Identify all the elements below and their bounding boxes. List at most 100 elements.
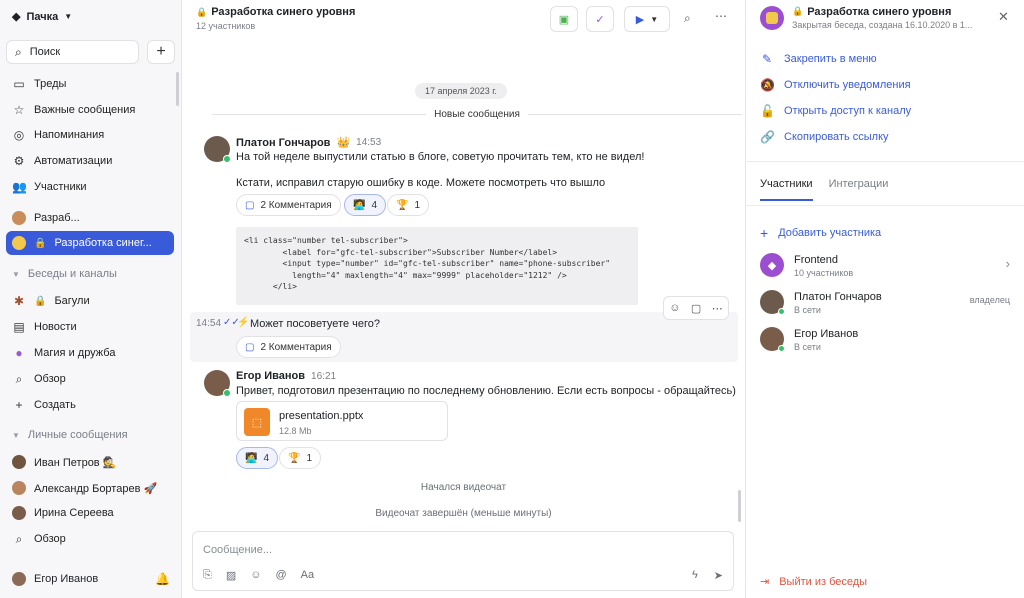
sidebar-channel-news[interactable]: ▤ Новости [6,315,174,339]
avatar [12,455,26,469]
message-text: Может посоветуете чего? [250,318,381,330]
close-icon[interactable]: ✕ [998,9,1009,25]
sidebar-item-label: Обзор [34,533,66,545]
comments-icon: ▢ [245,199,255,211]
chat-scrollbar[interactable] [738,490,741,522]
divider [746,205,1024,206]
sidebar-dms-overview[interactable]: ⌕ Обзор [6,527,174,551]
leave-chat-button[interactable]: ⇥ Выйти из беседы [760,575,867,589]
attach-icon[interactable]: ⎘ [203,569,212,582]
current-user-name: Егор Иванов [34,573,99,585]
mention-icon[interactable]: @ [275,569,286,582]
file-attachment[interactable]: ⬚ presentation.pptx 12.8 Mb [236,401,448,441]
pin-icon: ✎ [761,52,773,66]
bug-icon: ✱ [13,294,25,308]
file-icon: ⬚ [244,408,270,436]
sidebar-item-important[interactable]: ☆ Важные сообщения [6,98,174,122]
member-egor[interactable]: Егор Иванов В сети [760,326,1010,354]
image-icon[interactable]: ▨ [226,569,236,582]
avatar [12,211,26,225]
sidebar-item-label: Треды [34,78,67,90]
more-icon[interactable]: ⋯ [712,302,723,315]
lightning-icon[interactable]: ϟ [692,569,698,582]
reply-icon[interactable]: ▢ [691,302,701,315]
message-actions: ☺ ▢ ⋯ [663,296,729,320]
file-name: presentation.pptx [279,410,364,422]
reaction-chip[interactable]: 🏆 1 [387,194,430,216]
sidebar-item-label: Напоминания [34,129,105,141]
sidebar-item-automations[interactable]: ⚙ Автоматизации [6,149,174,173]
emoji-icon[interactable]: ☺ [250,569,261,582]
workspace-switcher[interactable]: ◆ Пачка ▼ [12,10,73,24]
channel-member-count[interactable]: 12 участников [196,21,255,31]
message-time: 14:53 [356,137,382,148]
sidebar-recent-chat[interactable]: Разраб... [6,206,174,230]
message-composer[interactable]: Сообщение... ⎘ ▨ ☺ @ Aa ϟ ➤ [192,531,734,591]
open-access-button[interactable]: 🔓 Открыть доступ к каналу [760,104,911,118]
member-group-frontend[interactable]: ◆ Frontend 10 участников › [760,252,1010,280]
channels-section-header[interactable]: ▼ Беседы и каналы [12,268,117,280]
pin-to-menu-button[interactable]: ✎ Закрепить в меню [760,52,877,66]
sidebar-create-channel[interactable]: + Создать [6,393,174,417]
tab-members[interactable]: Участники [760,178,813,201]
sidebar-channel-magic[interactable]: ● Магия и дружба [6,341,174,365]
new-chat-button[interactable]: + [147,40,175,64]
newspaper-icon: ▤ [13,320,25,334]
sidebar-item-label: Создать [34,399,76,411]
sidebar-item-reminders[interactable]: ◎ Напоминания [6,123,174,147]
tag-icon: ◆ [760,253,784,277]
sidebar-item-label: Автоматизации [34,155,113,167]
more-icon[interactable]: ⋯ [715,9,728,23]
sidebar-dm-alexander[interactable]: Александр Бортарев 🚀 [6,476,174,500]
copy-link-button[interactable]: 🔗 Скопировать ссылку [760,130,889,144]
emoji-icon[interactable]: ☺ [669,302,680,314]
sidebar-item-active-channel[interactable]: 🔒 Разработка синег... [6,231,174,255]
sidebar-item-label: Магия и дружба [34,347,116,359]
search-input[interactable]: ⌕ Поиск [6,40,139,64]
chevron-right-icon: › [1005,256,1010,271]
comments-button[interactable]: ▢ 2 Комментария [236,336,341,358]
avatar[interactable] [204,136,231,163]
comments-button[interactable]: ▢ 2 Комментария [236,194,341,216]
message-author[interactable]: Егор Иванов 16:21 [236,370,336,382]
current-user[interactable]: Егор Иванов 🔔 [12,572,170,586]
reaction-count: 1 [306,452,313,464]
tab-integrations[interactable]: Интеграции [829,178,889,201]
sidebar-dm-ivan[interactable]: Иван Петров 🕵 [6,450,174,474]
message-author[interactable]: Платон Гончаров 👑 14:53 [236,136,382,150]
unlock-icon: 🔓 [760,104,775,118]
avatar [12,506,26,520]
lock-icon: 🔒 [34,237,47,249]
video-call-button[interactable]: ▶ ▼ [624,6,670,32]
member-platon[interactable]: Платон Гончаров В сети владелец [760,289,1010,317]
message-text: На той неделе выпустили статью в блоге, … [236,151,645,163]
lock-icon: 🔒 [196,6,208,17]
reaction-chip[interactable]: 🧑‍💻 4 [236,447,279,469]
sidebar: ◆ Пачка ▼ ⌕ Поиск + ▭ Треды ☆ Важные соо… [0,0,182,598]
format-text-icon[interactable]: Aa [301,569,314,582]
send-icon[interactable]: ➤ [714,569,723,582]
sidebar-dm-irina[interactable]: Ирина Сереева [6,501,174,525]
sidebar-item-threads[interactable]: ▭ Треды [6,72,174,96]
star-icon: ☆ [13,103,25,117]
reminders-button[interactable]: ✓ [586,6,614,32]
comments-count-label: 2 Комментария [260,199,332,211]
add-member-button[interactable]: + Добавить участника [760,225,881,241]
sidebar-channels-overview[interactable]: ⌕ Обзор [6,367,174,391]
reaction-emoji-icon: 🏆 [288,452,301,464]
tasks-button[interactable]: ▣ [550,6,578,32]
dm-section-header[interactable]: ▼ Личные сообщения [12,429,128,441]
reaction-chip[interactable]: 🧑‍💻 4 [344,194,387,216]
sidebar-channel-baguli[interactable]: ✱ 🔒 Багули [6,289,174,313]
sidebar-scrollbar[interactable] [176,72,179,106]
bell-icon[interactable]: 🔔 [155,572,170,586]
member-status: В сети [794,305,821,315]
member-name: Егор Иванов [794,328,859,340]
chevron-down-icon: ▼ [64,12,73,21]
search-icon[interactable]: ⌕ [684,11,691,26]
mute-notifications-button[interactable]: 🔕 Отключить уведомления [760,78,911,92]
online-indicator [223,155,231,163]
avatar[interactable] [204,370,231,397]
sidebar-item-members[interactable]: 👥 Участники [6,175,174,199]
reaction-chip[interactable]: 🏆 1 [279,447,322,469]
